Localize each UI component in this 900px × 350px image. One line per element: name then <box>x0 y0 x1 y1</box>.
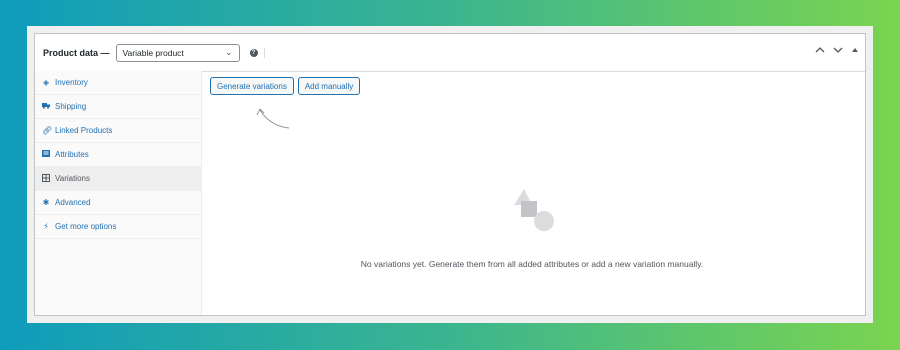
truck-icon <box>42 102 50 111</box>
list-icon <box>42 150 50 159</box>
variation-actions: Generate variations Add manually <box>210 77 361 95</box>
tab-label: Inventory <box>55 78 88 87</box>
tag-icon: ◈ <box>42 78 50 87</box>
divider <box>263 47 265 58</box>
grid-icon <box>42 173 50 184</box>
product-data-tabs: ◈ Inventory Shipping 🔗︎ Linked Products … <box>35 71 202 315</box>
panel-header: Product data — Variable product ⌄ ? <box>35 34 865 72</box>
move-down-icon[interactable] <box>833 46 843 56</box>
add-manually-button[interactable]: Add manually <box>297 77 361 95</box>
tab-label: Variations <box>55 174 90 183</box>
panel-controls <box>815 46 859 56</box>
product-type-value: Variable product <box>122 47 184 58</box>
tab-label: Attributes <box>55 150 89 159</box>
curved-arrow-icon <box>256 108 290 129</box>
collapse-toggle-icon[interactable] <box>851 46 859 56</box>
empty-shapes-icon <box>514 189 554 231</box>
help-icon[interactable]: ? <box>249 48 258 57</box>
tab-label: Get more options <box>55 222 117 231</box>
tab-label: Shipping <box>55 102 87 111</box>
plugin-icon: ⚡︎ <box>43 222 49 231</box>
tab-label: Advanced <box>55 198 91 207</box>
generate-variations-button[interactable]: Generate variations <box>210 77 294 95</box>
tab-shipping[interactable]: Shipping <box>35 95 201 119</box>
gear-icon: ✱ <box>42 198 50 207</box>
tab-variations[interactable]: Variations <box>35 167 201 191</box>
tab-label: Linked Products <box>55 126 113 135</box>
empty-state-message: No variations yet. Generate them from al… <box>360 259 704 269</box>
tab-attributes[interactable]: Attributes <box>35 143 201 167</box>
variations-panel: Generate variations Add manually No vari… <box>202 71 865 315</box>
panel-title: Product data — <box>43 47 110 58</box>
tab-get-more-options[interactable]: ⚡︎ Get more options <box>35 215 201 239</box>
tab-advanced[interactable]: ✱ Advanced <box>35 191 201 215</box>
move-up-icon[interactable] <box>815 46 825 56</box>
tab-linked-products[interactable]: 🔗︎ Linked Products <box>35 119 201 143</box>
chevron-down-icon: ⌄ <box>224 47 233 57</box>
link-icon: 🔗︎ <box>42 126 53 135</box>
product-type-select[interactable]: Variable product ⌄ <box>115 43 240 62</box>
tab-inventory[interactable]: ◈ Inventory <box>35 71 201 95</box>
product-data-panel: Product data — Variable product ⌄ ? ◈ In… <box>34 33 866 316</box>
screenshot-frame: Product data — Variable product ⌄ ? ◈ In… <box>27 26 873 323</box>
